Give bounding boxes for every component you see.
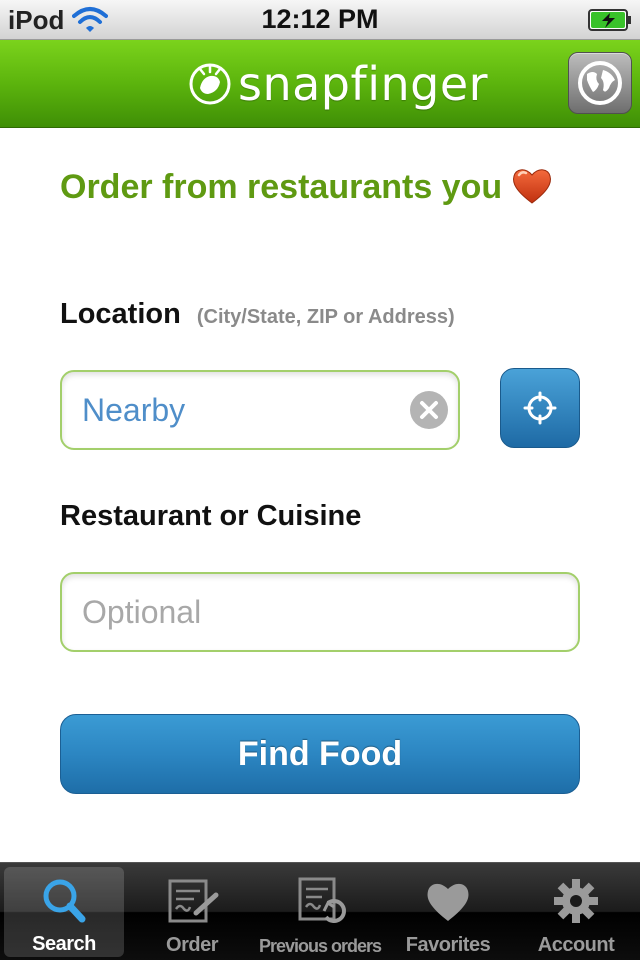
tab-favorites[interactable]: Favorites <box>384 863 512 961</box>
brand-logo: snapfinger <box>188 57 489 111</box>
restaurant-field[interactable] <box>60 572 580 652</box>
search-icon <box>43 879 86 923</box>
close-icon <box>420 401 438 419</box>
tab-label-search: Search <box>32 933 96 955</box>
tab-previous-orders[interactable]: Previous orders <box>256 863 384 961</box>
brand-name: snapfinger <box>238 57 489 111</box>
tab-label-previous-orders: Previous orders <box>258 936 382 956</box>
tab-label-favorites: Favorites <box>405 934 491 956</box>
battery-charging-icon <box>588 9 631 31</box>
tab-order[interactable]: Order <box>128 863 256 961</box>
gear-icon <box>554 879 598 923</box>
crosshair-icon <box>523 391 557 425</box>
restaurant-label: Restaurant or Cuisine <box>60 500 362 532</box>
find-food-button[interactable]: Find Food <box>60 714 580 794</box>
restaurant-input[interactable] <box>82 574 558 650</box>
tab-bar: Search Order Previous orders Favorites A… <box>0 862 640 960</box>
current-location-button[interactable] <box>500 368 580 448</box>
location-field[interactable] <box>60 370 460 450</box>
heart-icon <box>513 168 552 204</box>
tab-search[interactable]: Search <box>4 867 124 957</box>
globe-button[interactable] <box>568 52 632 114</box>
tagline-text: Order from restaurants you <box>60 168 503 206</box>
snap-hand-icon <box>189 63 231 105</box>
tagline: Order from restaurants you <box>60 168 554 207</box>
order-icon <box>168 879 219 923</box>
tab-label-order: Order <box>166 934 218 956</box>
app-header: snapfinger <box>0 40 640 128</box>
location-label: Location <box>60 298 181 330</box>
globe-icon <box>578 61 622 105</box>
status-bar: iPod 12:12 PM <box>0 0 640 40</box>
tab-account[interactable]: Account <box>512 863 640 961</box>
location-input[interactable] <box>82 372 398 448</box>
tab-label-account: Account <box>537 934 615 956</box>
status-time: 12:12 PM <box>261 4 379 34</box>
location-label-row: Location (City/State, ZIP or Address) <box>60 298 455 331</box>
clear-button[interactable] <box>410 391 448 429</box>
heart-icon <box>427 883 469 921</box>
previous-orders-icon <box>298 877 346 923</box>
location-hint: (City/State, ZIP or Address) <box>196 306 455 328</box>
